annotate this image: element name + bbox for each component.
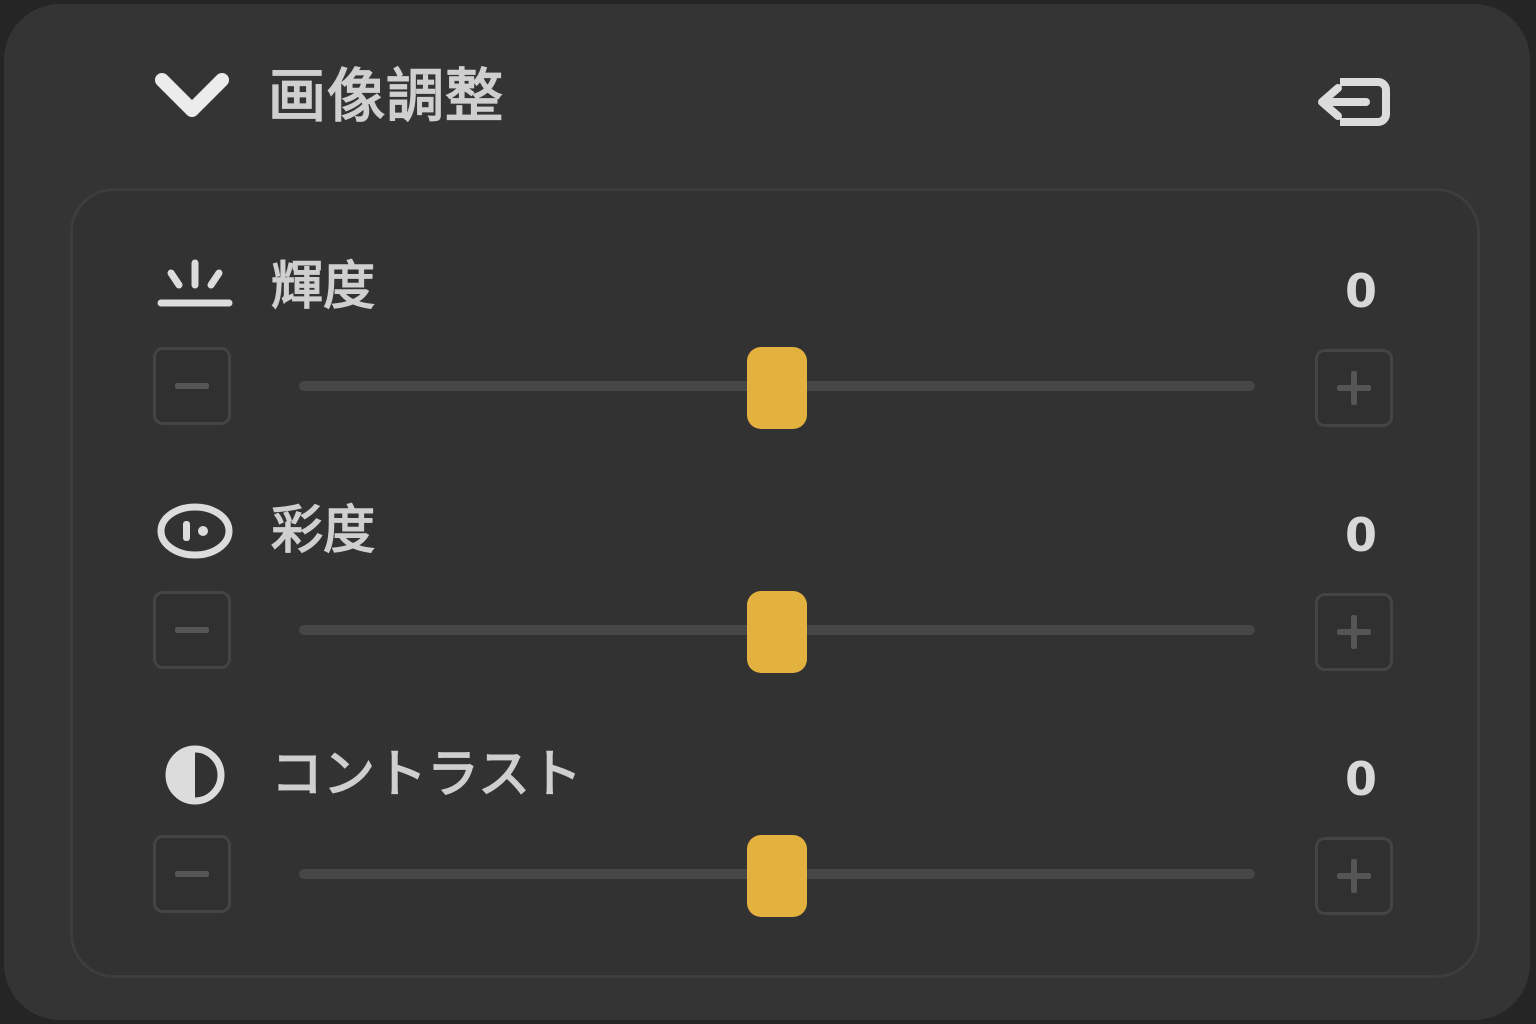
brightness-decrease-button[interactable]: [153, 347, 231, 425]
contrast-slider-thumb[interactable]: [747, 835, 807, 917]
plus-icon: [1337, 615, 1371, 649]
saturation-control: 彩度 0: [73, 491, 1477, 691]
minus-icon: [175, 383, 209, 389]
saturation-label: 彩度: [271, 501, 376, 561]
saturation-slider-thumb[interactable]: [747, 591, 807, 673]
minus-icon: [175, 871, 209, 877]
saturation-icon: [157, 503, 233, 559]
panel-header: 画像調整: [4, 4, 1530, 184]
plus-icon: [1337, 371, 1371, 405]
saturation-increase-button[interactable]: [1315, 593, 1393, 671]
adjustment-controls: 輝度 0 彩度 0 コントラスト 0: [70, 188, 1480, 978]
minus-icon: [175, 627, 209, 633]
reset-button[interactable]: [1310, 68, 1398, 134]
contrast-icon: [165, 745, 225, 805]
contrast-decrease-button[interactable]: [153, 835, 231, 913]
contrast-label: コントラスト: [271, 745, 582, 805]
brightness-icon: [157, 259, 233, 307]
brightness-label: 輝度: [271, 257, 376, 317]
plus-icon: [1337, 859, 1371, 893]
saturation-value: 0: [1344, 508, 1377, 562]
brightness-control: 輝度 0: [73, 247, 1477, 447]
brightness-value: 0: [1344, 264, 1377, 318]
reset-icon: [1318, 78, 1390, 126]
brightness-increase-button[interactable]: [1315, 349, 1393, 427]
contrast-value: 0: [1344, 752, 1377, 806]
contrast-increase-button[interactable]: [1315, 837, 1393, 915]
brightness-slider-thumb[interactable]: [747, 347, 807, 429]
panel-title: 画像調整: [268, 62, 505, 130]
image-adjust-panel: 画像調整 輝度 0 彩度 0 コントラスト 0: [4, 4, 1530, 1020]
chevron-down-icon[interactable]: [152, 66, 232, 122]
saturation-decrease-button[interactable]: [153, 591, 231, 669]
contrast-control: コントラスト 0: [73, 735, 1477, 935]
